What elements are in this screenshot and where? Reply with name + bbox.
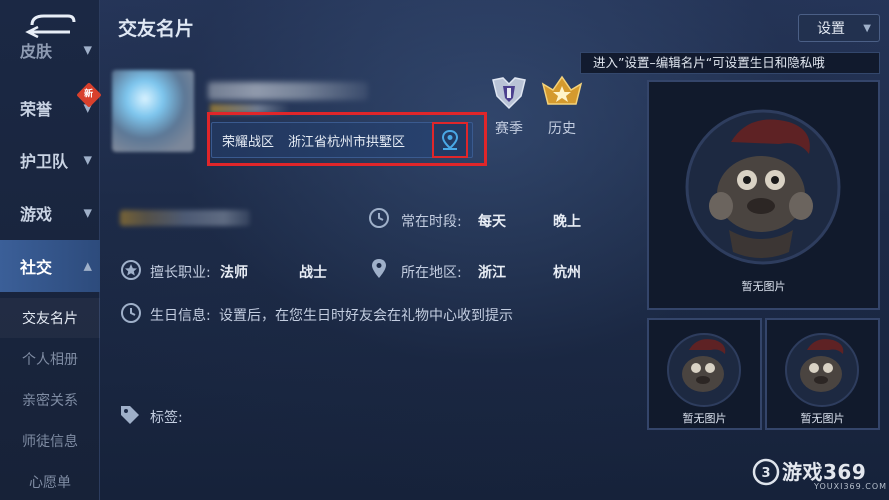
chevron-down-icon: ▼ <box>863 22 871 34</box>
watermark-url: YOUXI369.COM <box>814 482 888 491</box>
sidebar-item-social[interactable]: 社交 ▲ <box>0 240 100 292</box>
badge-label: 赛季 <box>495 121 523 137</box>
season-badge[interactable]: 赛季 <box>484 74 534 138</box>
role-label: 擅长职业: <box>150 265 211 281</box>
region-label: 所在地区: <box>401 265 462 281</box>
placeholder-mascot-icon <box>685 109 841 265</box>
sidebar-item-label: 社交 <box>20 258 53 277</box>
sub-item-label: 心愿单 <box>29 475 71 491</box>
photo-slot-3[interactable]: 暂无图片 <box>765 318 880 430</box>
photo-caption: 暂无图片 <box>682 412 727 425</box>
chevron-down-icon: ▼ <box>83 153 92 167</box>
photo-caption: 暂无图片 <box>741 280 786 293</box>
sub-item-label: 个人相册 <box>22 352 78 368</box>
site-watermark: 3 游戏369 YOUXI369.COM <box>752 456 886 496</box>
highlight-box <box>207 112 487 166</box>
sidebar-item-honor[interactable]: 荣誉 ▼ 新 <box>0 82 102 134</box>
badge-label: 历史 <box>548 121 576 137</box>
avatar[interactable] <box>112 70 194 152</box>
location-icon <box>372 259 386 278</box>
sidebar-item-skins[interactable]: 皮肤 ▼ <box>0 30 100 70</box>
sidebar-item-label: 游戏 <box>20 205 53 224</box>
sidebar-item-guard-team[interactable]: 护卫队 ▼ <box>0 134 100 186</box>
sidebar-item-label: 荣誉 <box>20 100 53 119</box>
role-value-warrior: 战士 <box>299 265 327 281</box>
photo-slot-2[interactable]: 暂无图片 <box>647 318 762 430</box>
sub-item-label: 交友名片 <box>22 311 78 327</box>
chevron-down-icon: ▼ <box>83 43 92 57</box>
history-badge[interactable]: 历史 <box>537 74 587 138</box>
season-shield-icon <box>492 77 526 110</box>
svg-text:3: 3 <box>761 466 770 481</box>
photo-slot-main[interactable]: 暂无图片 <box>647 80 880 310</box>
region-value-province: 浙江 <box>478 265 506 281</box>
birthday-text: 设置后，在您生日时好友会在礼物中心收到提示 <box>219 308 513 324</box>
sub-item-wishlist[interactable]: 心愿单 <box>0 462 100 500</box>
blurred-rank <box>120 210 250 226</box>
online-value-days: 每天 <box>478 214 506 230</box>
sidebar-item-label: 护卫队 <box>20 152 69 171</box>
settings-dropdown[interactable]: 设置 ▼ <box>798 14 880 42</box>
star-icon <box>121 260 141 280</box>
online-value-time: 晚上 <box>553 214 581 230</box>
settings-tooltip: 进入”设置–编辑名片“可设置生日和隐私哦 <box>580 52 880 74</box>
blurred-player-name <box>208 82 368 100</box>
role-value-mage: 法师 <box>220 265 248 281</box>
friend-card-screen: 皮肤 ▼ 荣誉 ▼ 新 护卫队 ▼ 游戏 ▼ 社交 ▲ 交友名片 个人相册 亲密… <box>0 0 889 500</box>
tags-label: 标签: <box>150 410 183 426</box>
chevron-up-icon: ▲ <box>83 259 92 273</box>
online-label: 常在时段: <box>401 214 462 230</box>
sidebar-item-label: 皮肤 <box>20 42 53 61</box>
sub-item-label: 亲密关系 <box>22 393 78 409</box>
birthday-label: 生日信息: <box>150 308 211 324</box>
sidebar: 皮肤 ▼ 荣誉 ▼ 新 护卫队 ▼ 游戏 ▼ 社交 ▲ 交友名片 个人相册 亲密… <box>0 0 102 500</box>
watermark-logo-icon: 3 <box>752 458 780 486</box>
settings-label: 设置 <box>817 21 845 37</box>
history-crown-icon <box>541 75 583 105</box>
sub-item-album[interactable]: 个人相册 <box>0 339 100 379</box>
sub-item-mentor[interactable]: 师徒信息 <box>0 421 100 461</box>
photo-caption: 暂无图片 <box>800 412 845 425</box>
new-badge: 新 <box>76 82 102 108</box>
sidebar-item-game[interactable]: 游戏 ▼ <box>0 187 100 239</box>
sub-item-intimacy[interactable]: 亲密关系 <box>0 380 100 420</box>
clock-icon <box>121 303 141 323</box>
watermark-text: 游戏369 <box>782 460 867 484</box>
page-title: 交友名片 <box>118 18 195 40</box>
region-value-city: 杭州 <box>553 265 581 281</box>
clock-icon <box>369 208 389 228</box>
sub-item-label: 师徒信息 <box>22 434 78 450</box>
tag-icon <box>121 406 139 424</box>
chevron-down-icon: ▼ <box>83 206 92 220</box>
sub-item-friend-card[interactable]: 交友名片 <box>0 298 100 338</box>
